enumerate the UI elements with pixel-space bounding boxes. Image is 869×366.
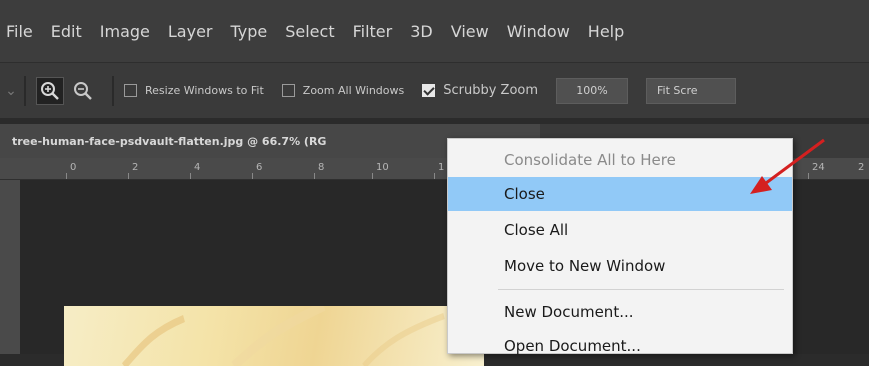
checkbox-box [124,84,137,97]
menu-3d[interactable]: 3D [410,22,433,41]
menu-item-move-to-new-window[interactable]: Move to New Window [448,249,792,283]
menu-item-close-all[interactable]: Close All [448,213,792,247]
scrubby-zoom-checkbox[interactable]: Scrubby Zoom [422,83,538,98]
checkbox-box [281,84,295,97]
menu-layer[interactable]: Layer [168,22,213,41]
ruler-tick: 2 [132,162,139,173]
ruler-tick-mark [128,173,129,179]
fit-screen-button[interactable]: Fit Scre [646,77,737,104]
document-tab-title: tree-human-face-psdvault-flatten.jpg @ 6… [12,134,327,148]
zoom-percent-button[interactable]: 100% [556,77,629,104]
options-separator [112,75,114,106]
ruler-tick-mark [190,173,191,179]
options-bar: ⌄ Resize Windows to Fit Zoom All Windows… [0,62,869,118]
menu-edit[interactable]: Edit [51,22,82,41]
zoom-in-button[interactable] [36,76,64,105]
ruler-tick: 8 [318,162,325,173]
menu-type[interactable]: Type [230,22,267,41]
menu-filter[interactable]: Filter [353,22,393,41]
zoom-all-windows-label: Zoom All Windows [302,84,405,97]
zoom-all-windows-checkbox[interactable]: Zoom All Windows [281,84,405,97]
menu-item-new-document[interactable]: New Document... [448,295,792,329]
menu-divider [498,289,784,290]
menu-window[interactable]: Window [507,22,570,41]
zoom-in-icon [41,81,59,100]
menu-image[interactable]: Image [100,22,150,41]
ruler-tick-mark [372,173,373,179]
menu-bar: File Edit Image Layer Type Select Filter… [0,0,869,62]
document-image [64,306,484,366]
ruler-tick: 2 [858,162,865,173]
ruler-tick: 10 [376,162,389,173]
zoom-out-button[interactable] [70,78,96,104]
options-separator [24,75,26,106]
ruler-tick-mark [314,173,315,179]
menu-item-open-document[interactable]: Open Document... [448,329,792,363]
ruler-tick: 4 [194,162,201,173]
scrubby-zoom-label: Scrubby Zoom [443,83,539,98]
ruler-tick: 0 [70,162,77,173]
red-arrow-icon [750,138,825,194]
menu-file[interactable]: File [6,22,33,41]
checkbox-checked-box [422,84,436,97]
options-bar-handle-icon[interactable]: ⌄ [0,83,22,99]
ruler-tick: 6 [256,162,263,173]
menu-select[interactable]: Select [285,22,334,41]
image-texture [121,306,445,366]
menu-help[interactable]: Help [588,22,624,41]
zoom-out-icon [74,81,92,100]
ruler-tick-mark [66,173,67,179]
ruler-tick-mark [252,173,253,179]
menu-view[interactable]: View [451,22,489,41]
vertical-ruler[interactable] [0,180,20,354]
resize-windows-label: Resize Windows to Fit [145,84,264,97]
ruler-tick: 1 [438,162,445,173]
ruler-tick-mark [434,173,435,179]
resize-windows-checkbox[interactable]: Resize Windows to Fit [124,84,264,97]
